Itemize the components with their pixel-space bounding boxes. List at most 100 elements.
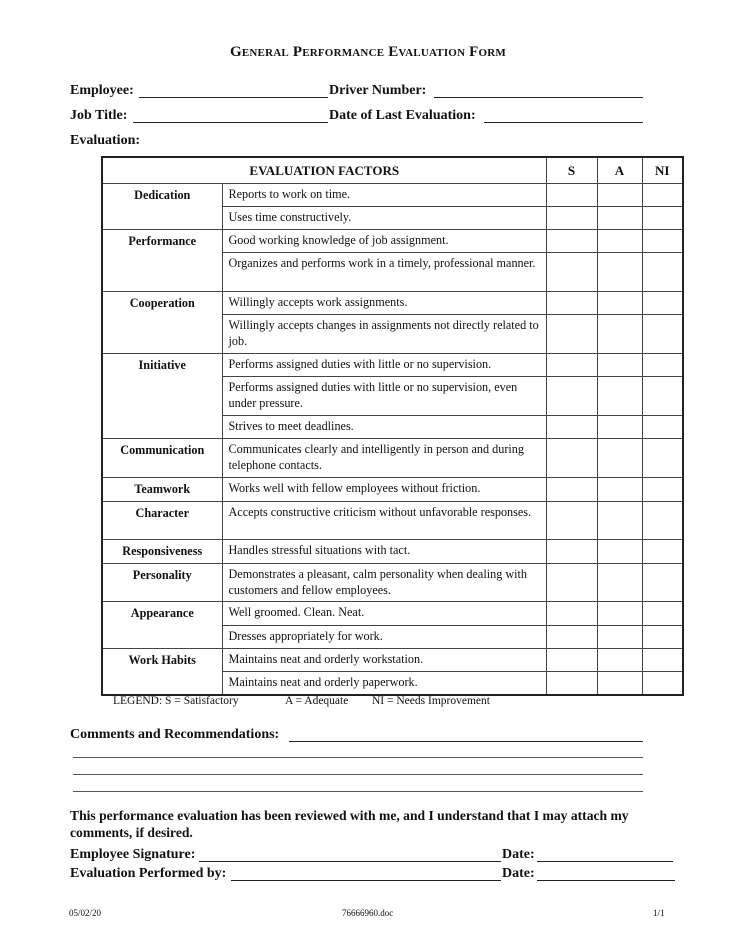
driver-number-input[interactable]	[434, 82, 643, 97]
factor-description: Reports to work on time.	[221, 183, 547, 207]
rating-cell-adequate[interactable]	[596, 648, 643, 672]
employee-input[interactable]	[139, 82, 328, 97]
rating-cell-adequate[interactable]	[596, 229, 643, 253]
rating-cell-needs-improvement[interactable]	[641, 353, 684, 377]
rating-cell-adequate[interactable]	[596, 183, 643, 207]
employee-field[interactable]	[139, 82, 328, 98]
rating-cell-adequate[interactable]	[596, 314, 643, 354]
factor-description: Maintains neat and orderly paperwork.	[221, 671, 547, 695]
performed-by-label: Evaluation Performed by:	[70, 866, 227, 881]
rating-cell-satisfactory[interactable]	[545, 415, 598, 439]
rating-cell-needs-improvement[interactable]	[641, 206, 684, 230]
factor-description: Well groomed. Clean. Neat.	[221, 601, 547, 626]
rating-cell-adequate[interactable]	[596, 415, 643, 439]
performed-by-field[interactable]	[231, 865, 501, 881]
rating-cell-adequate[interactable]	[596, 501, 643, 540]
rating-cell-needs-improvement[interactable]	[641, 229, 684, 253]
rating-cell-needs-improvement[interactable]	[641, 438, 684, 478]
factor-description: Maintains neat and orderly workstation.	[221, 648, 547, 672]
rating-cell-adequate[interactable]	[596, 252, 643, 292]
factor-description: Handles stressful situations with tact.	[221, 539, 547, 564]
rating-cell-satisfactory[interactable]	[545, 501, 598, 540]
rating-cell-satisfactory[interactable]	[545, 601, 598, 626]
rating-cell-needs-improvement[interactable]	[641, 563, 684, 602]
comments-line-2[interactable]	[73, 743, 643, 758]
rating-cell-needs-improvement[interactable]	[641, 601, 684, 626]
legend-satisfactory: LEGEND: S = Satisfactory	[113, 695, 239, 707]
evaluation-label: Evaluation:	[70, 133, 141, 148]
factor-category: Responsiveness	[101, 539, 223, 564]
rating-cell-adequate[interactable]	[596, 376, 643, 416]
rating-cell-adequate[interactable]	[596, 291, 643, 315]
employee-date-field[interactable]	[537, 846, 673, 862]
rating-cell-adequate[interactable]	[596, 625, 643, 649]
rating-cell-satisfactory[interactable]	[545, 314, 598, 354]
rating-cell-satisfactory[interactable]	[545, 563, 598, 602]
rating-cell-satisfactory[interactable]	[545, 376, 598, 416]
comments-label: Comments and Recommendations:	[70, 727, 280, 742]
rating-cell-satisfactory[interactable]	[545, 438, 598, 478]
rating-cell-needs-improvement[interactable]	[641, 376, 684, 416]
date-last-evaluation-input[interactable]	[484, 107, 643, 122]
header-satisfactory: S	[545, 156, 598, 184]
performed-date-input[interactable]	[537, 865, 675, 880]
comments-input-2[interactable]	[73, 743, 643, 757]
rating-cell-satisfactory[interactable]	[545, 291, 598, 315]
rating-cell-satisfactory[interactable]	[545, 477, 598, 502]
factor-category: Appearance	[101, 601, 223, 649]
employee-signature-field[interactable]	[199, 846, 501, 862]
rating-cell-adequate[interactable]	[596, 206, 643, 230]
driver-number-field[interactable]	[434, 82, 643, 98]
comments-input-1[interactable]	[289, 726, 643, 741]
rating-cell-needs-improvement[interactable]	[641, 625, 684, 649]
rating-cell-needs-improvement[interactable]	[641, 501, 684, 540]
rating-cell-satisfactory[interactable]	[545, 252, 598, 292]
job-title-field[interactable]	[133, 107, 328, 123]
factor-description: Works well with fellow employees without…	[221, 477, 547, 502]
rating-cell-satisfactory[interactable]	[545, 353, 598, 377]
employee-label: Employee:	[70, 83, 134, 98]
rating-cell-adequate[interactable]	[596, 353, 643, 377]
rating-cell-adequate[interactable]	[596, 671, 643, 695]
table-row: Dedication Reports to work on time.	[101, 183, 684, 230]
factor-description: Communicates clearly and intelligently i…	[221, 438, 547, 478]
performed-by-input[interactable]	[231, 865, 501, 880]
legend: LEGEND: S = Satisfactory A = Adequate NI…	[113, 695, 513, 709]
job-title-input[interactable]	[133, 107, 328, 122]
rating-cell-needs-improvement[interactable]	[641, 539, 684, 564]
rating-cell-adequate[interactable]	[596, 539, 643, 564]
rating-cell-satisfactory[interactable]	[545, 229, 598, 253]
rating-cell-needs-improvement[interactable]	[641, 291, 684, 315]
rating-cell-satisfactory[interactable]	[545, 206, 598, 230]
date-last-evaluation-field[interactable]	[484, 107, 643, 123]
rating-cell-needs-improvement[interactable]	[641, 415, 684, 439]
rating-cell-needs-improvement[interactable]	[641, 477, 684, 502]
rating-cell-needs-improvement[interactable]	[641, 648, 684, 672]
rating-cell-satisfactory[interactable]	[545, 625, 598, 649]
table-header-row: EVALUATION FACTORS S A NI	[101, 156, 684, 184]
rating-cell-satisfactory[interactable]	[545, 648, 598, 672]
factor-description: Dresses appropriately for work.	[221, 625, 547, 649]
comments-input-4[interactable]	[73, 777, 643, 791]
comments-input-3[interactable]	[73, 760, 643, 774]
rating-cell-satisfactory[interactable]	[545, 671, 598, 695]
rating-cell-needs-improvement[interactable]	[641, 314, 684, 354]
factor-description: Willingly accepts work assignments.	[221, 291, 547, 315]
rating-cell-adequate[interactable]	[596, 601, 643, 626]
rating-cell-needs-improvement[interactable]	[641, 671, 684, 695]
performed-date-field[interactable]	[537, 865, 675, 881]
employee-signature-input[interactable]	[199, 846, 501, 861]
rating-cell-adequate[interactable]	[596, 438, 643, 478]
rating-cell-adequate[interactable]	[596, 563, 643, 602]
rating-cell-satisfactory[interactable]	[545, 539, 598, 564]
employee-date-input[interactable]	[537, 846, 673, 861]
rating-cell-satisfactory[interactable]	[545, 183, 598, 207]
rating-cell-needs-improvement[interactable]	[641, 183, 684, 207]
comments-line-4[interactable]	[73, 777, 643, 792]
rating-cell-adequate[interactable]	[596, 477, 643, 502]
factor-description: Willingly accepts changes in assignments…	[221, 314, 547, 354]
factor-description: Demonstrates a pleasant, calm personalit…	[221, 563, 547, 602]
comments-line-1[interactable]	[289, 726, 643, 742]
rating-cell-needs-improvement[interactable]	[641, 252, 684, 292]
comments-line-3[interactable]	[73, 760, 643, 775]
